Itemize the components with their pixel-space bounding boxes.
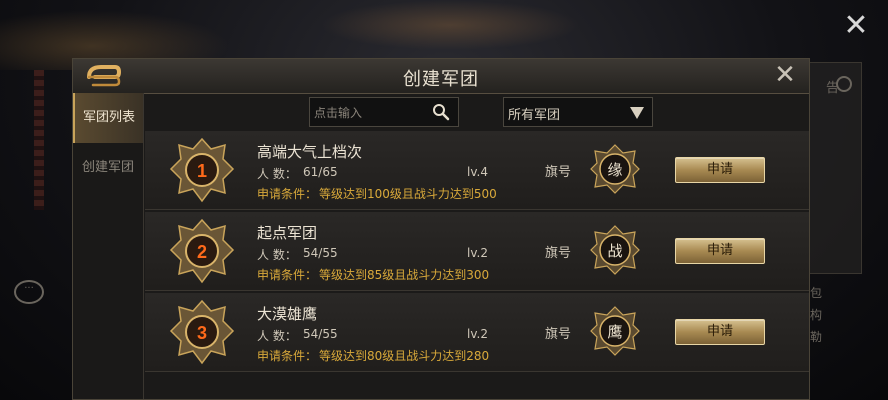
svg-text:鹰: 鹰 [607, 323, 622, 341]
flag-label: 旗号 [545, 165, 572, 180]
requirement-text: 等级达到100级且战斗力达到500 [319, 187, 497, 201]
svg-text:1: 1 [197, 161, 207, 181]
apply-button[interactable]: 申请 [675, 157, 765, 183]
legion-row: 3 大漠雄鹰 人 数： 54/55 lv.2 申请条件： 等级达到80级且战斗力… [145, 293, 809, 372]
legion-level: lv.2 [467, 246, 488, 260]
rank-badge-icon: 1 [169, 137, 235, 203]
outer-close-icon[interactable]: ✕ [842, 11, 870, 41]
apply-button[interactable]: 申请 [675, 319, 765, 345]
requirement-label: 申请条件： [257, 187, 318, 201]
dropdown-arrow-icon [630, 107, 644, 119]
flag-label: 旗号 [545, 246, 572, 261]
background-ornament-top [320, 0, 580, 50]
flag-emblem-icon: 鹰 [590, 306, 640, 356]
search-box [309, 97, 459, 127]
filter-selected-value: 所有军团 [508, 108, 561, 123]
legion-level: lv.2 [467, 327, 488, 341]
chat-icon[interactable]: ··· [14, 280, 44, 304]
members-label: 人 数： [257, 248, 297, 262]
background-search-icon [836, 76, 852, 92]
legion-level: lv.4 [467, 165, 488, 179]
legion-name: 高端大气上档次 [257, 143, 363, 161]
sidebar-tabs: 军团列表 创建军团 [73, 93, 144, 399]
requirement-text: 等级达到85级且战斗力达到300 [319, 268, 490, 282]
search-input[interactable] [312, 100, 426, 126]
legion-row: 2 起点军团 人 数： 54/55 lv.2 申请条件： 等级达到85级且战斗力… [145, 212, 809, 291]
legion-filter-dropdown[interactable]: 所有军团 [503, 97, 653, 127]
requirement-label: 申请条件： [257, 268, 318, 282]
apply-button[interactable]: 申请 [675, 238, 765, 264]
rank-badge-icon: 2 [169, 218, 235, 284]
svg-text:2: 2 [197, 242, 207, 262]
members-count: 54/55 [303, 246, 338, 260]
members-label: 人 数： [257, 167, 297, 181]
background-chain [34, 70, 44, 210]
tab-create-legion[interactable]: 创建军团 [73, 143, 143, 193]
legion-row: 1 高端大气上档次 人 数： 61/65 lv.4 申请条件： 等级达到100级… [145, 131, 809, 210]
legion-name: 大漠雄鹰 [257, 305, 318, 323]
dialog-title: 创建军团 [403, 69, 479, 90]
flag-emblem-icon: 缘 [590, 144, 640, 194]
members-label: 人 数： [257, 329, 297, 343]
create-legion-dialog: 创建军团 ✕ 军团列表 创建军团 所有军团 1 高端大气上档次 人 数： 61/… [72, 58, 810, 400]
flag-emblem-icon: 战 [590, 225, 640, 275]
flag-label: 旗号 [545, 327, 572, 342]
legion-name: 起点军团 [257, 224, 318, 242]
members-count: 54/55 [303, 327, 338, 341]
legion-list: 1 高端大气上档次 人 数： 61/65 lv.4 申请条件： 等级达到100级… [145, 131, 809, 374]
members-count: 61/65 [303, 165, 338, 179]
dialog-header: 创建军团 ✕ [73, 59, 809, 94]
svg-text:缘: 缘 [607, 161, 622, 179]
requirement-text: 等级达到80级且战斗力达到280 [319, 349, 490, 363]
rank-badge-icon: 3 [169, 299, 235, 365]
svg-text:战: 战 [607, 242, 622, 260]
close-icon[interactable]: ✕ [771, 61, 799, 89]
requirement-label: 申请条件： [257, 349, 318, 363]
background-side-text: 包 构 勒 [810, 286, 823, 344]
svg-text:3: 3 [197, 323, 207, 343]
tab-legion-list[interactable]: 军团列表 [73, 93, 143, 143]
search-icon[interactable] [432, 103, 450, 121]
